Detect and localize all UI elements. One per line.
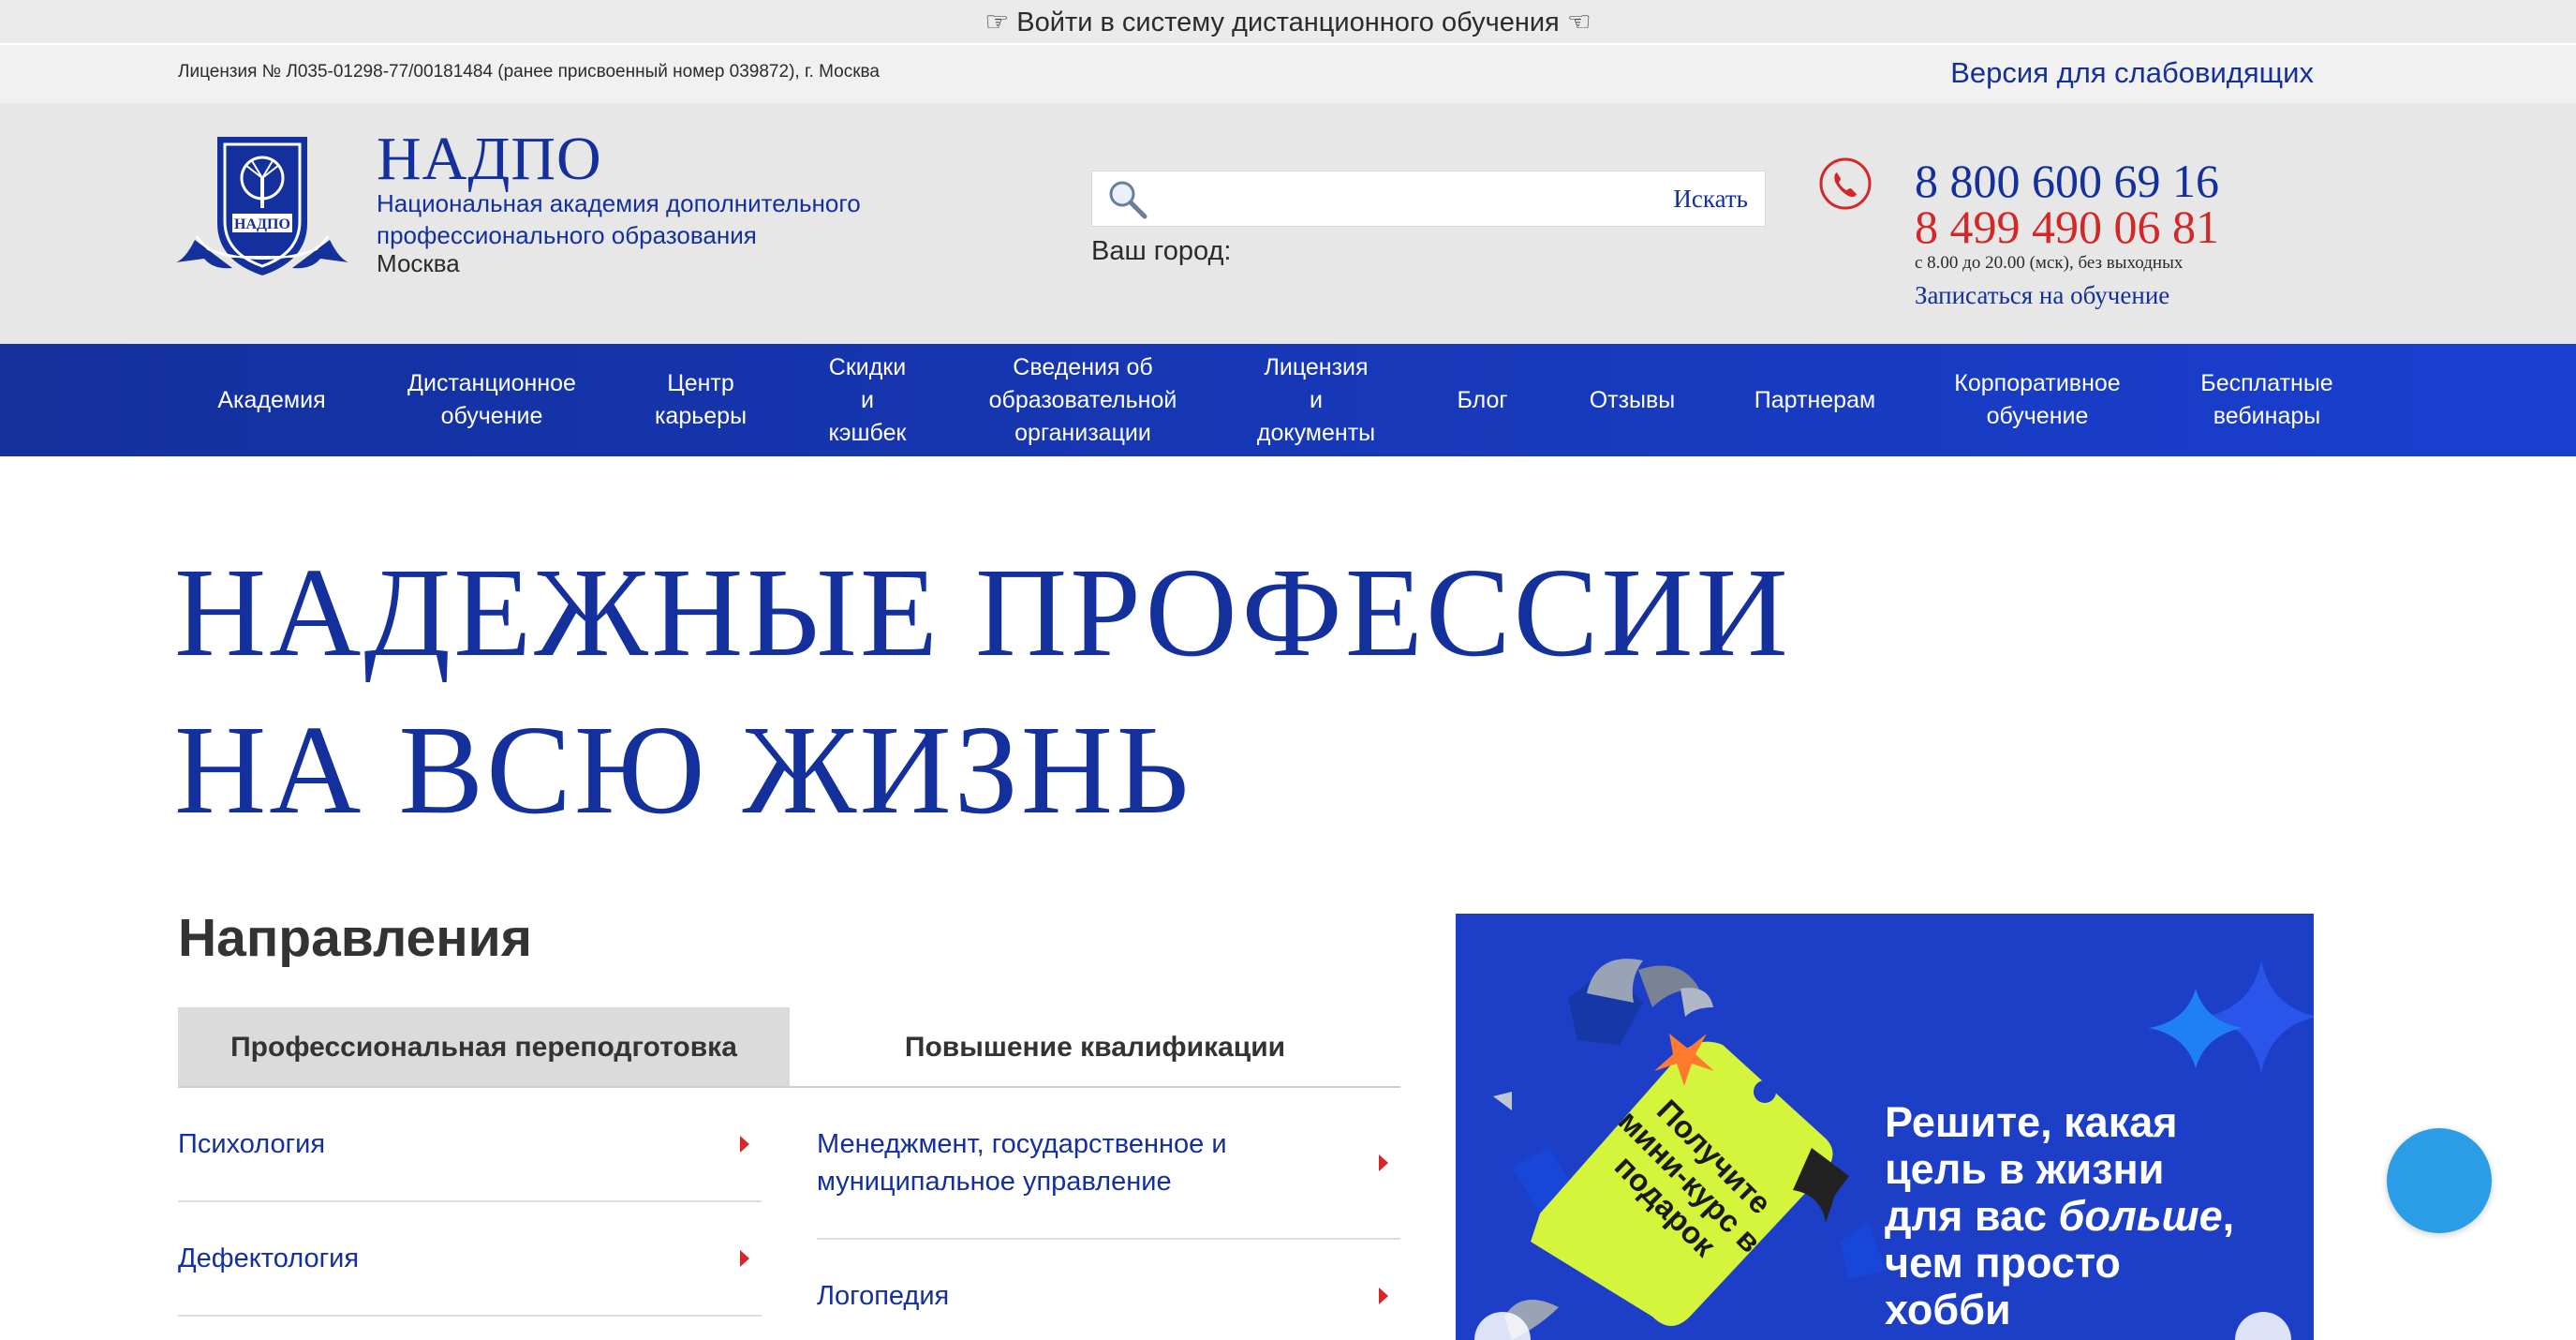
banner-headline-line: для вас больше, — [1885, 1193, 2234, 1240]
nav-item-career-center[interactable]: Центр карьеры — [626, 344, 776, 456]
nav-item-org-info[interactable]: Сведения об образовательной организации — [960, 344, 1206, 456]
tabs-divider — [178, 1086, 1400, 1088]
working-hours: с 8.00 до 20.00 (мск), без выходных — [1915, 253, 2184, 273]
main-nav: Академия Дистанционное обучение Центр ка… — [0, 344, 2576, 456]
brand-title[interactable]: НАДПО — [377, 124, 602, 195]
nav-item-reviews[interactable]: Отзывы — [1564, 344, 1700, 456]
list-separator — [817, 1238, 1400, 1240]
triangle-right-icon — [740, 1136, 749, 1153]
banner-headline-line: Решите, какая — [1885, 1098, 2178, 1146]
nav-item-license[interactable]: Лицензия и документы — [1227, 344, 1405, 456]
enroll-link[interactable]: Записаться на обучение — [1915, 281, 2169, 310]
license-bar: Лицензия № Л035-01298-77/00181484 (ранее… — [0, 45, 2576, 103]
direction-item-psychology[interactable]: Психология — [178, 1125, 325, 1163]
nav-item-corporate[interactable]: Корпоративное обучение — [1930, 344, 2145, 456]
search-button[interactable]: Искать — [1673, 185, 1748, 214]
banner-headline-line: цель в жизни — [1885, 1145, 2165, 1193]
triangle-right-icon — [1379, 1154, 1388, 1171]
nav-item-blog[interactable]: Блог — [1433, 344, 1532, 456]
phone-secondary[interactable]: 8 499 490 06 81 — [1915, 200, 2219, 254]
triangle-right-icon — [740, 1250, 749, 1267]
list-separator — [178, 1200, 762, 1202]
banner-headline-part: , — [2222, 1192, 2235, 1240]
nav-item-distance-learning[interactable]: Дистанционное обучение — [379, 344, 604, 456]
direction-item-logopedics[interactable]: Логопедия — [817, 1277, 949, 1315]
promo-banner[interactable]: Получите мини-курс в подарок Решите, как… — [1456, 914, 2314, 1340]
direction-item-management[interactable]: Менеджмент, государственное и муниципаль… — [817, 1125, 1341, 1200]
chat-icon[interactable] — [2387, 1128, 2492, 1233]
tab-professional-retraining[interactable]: Профессиональная переподготовка — [178, 1007, 790, 1087]
nav-item-academy[interactable]: Академия — [187, 344, 356, 456]
tab-qualification-upgrade[interactable]: Повышение квалификации — [790, 1007, 1400, 1087]
brand-subtitle: Национальная академия дополнительного пр… — [377, 189, 861, 249]
directions-title: Направления — [178, 908, 532, 968]
distance-login-text[interactable]: ☞ Войти в систему дистанционного обучени… — [985, 6, 1591, 38]
nav-item-webinars[interactable]: Бесплатные вебинары — [2173, 344, 2361, 456]
search-box[interactable]: Искать — [1091, 171, 1766, 227]
phone-icon — [1819, 157, 1872, 210]
academy-logo-icon[interactable]: НАДПО — [176, 129, 348, 279]
triangle-right-icon — [1379, 1288, 1388, 1304]
banner-headline-part: для вас — [1885, 1192, 2059, 1240]
logo-text: НАДПО — [234, 216, 290, 232]
direction-item-defectology[interactable]: Дефектология — [178, 1240, 359, 1277]
search-icon — [1109, 181, 1147, 219]
hero-line-1: НАДЕЖНЫЕ ПРОФЕССИИ — [174, 543, 1791, 683]
site-header: НАДПО НАДПО Национальная академия дополн… — [0, 103, 2576, 344]
nav-item-discounts[interactable]: Скидки и кэшбек — [802, 344, 933, 456]
banner-headline-line: хобби — [1885, 1286, 2011, 1333]
license-text: Лицензия № Л035-01298-77/00181484 (ранее… — [178, 62, 880, 82]
low-vision-version-link[interactable]: Версия для слабовидящих — [1950, 56, 2314, 90]
distance-login-link[interactable]: ☞ Войти в систему дистанционного обучени… — [0, 0, 2576, 43]
city-selector[interactable]: Ваш город: — [1091, 236, 1231, 267]
banner-headline-line: чем просто — [1885, 1239, 2121, 1287]
banner-headline-emphasis: больше — [2058, 1192, 2223, 1240]
nav-item-partners[interactable]: Партнерам — [1733, 344, 1897, 456]
hero-headline: НАДЕЖНЫЕ ПРОФЕССИИ НА ВСЮ ЖИЗНЬ — [174, 534, 1791, 849]
hero-line-2: НА ВСЮ ЖИЗНЬ — [174, 700, 1192, 841]
brand-city: Москва — [377, 249, 460, 277]
list-separator — [178, 1315, 762, 1317]
banner-headline: Решите, какая цель в жизни для вас больш… — [1885, 1099, 2234, 1333]
